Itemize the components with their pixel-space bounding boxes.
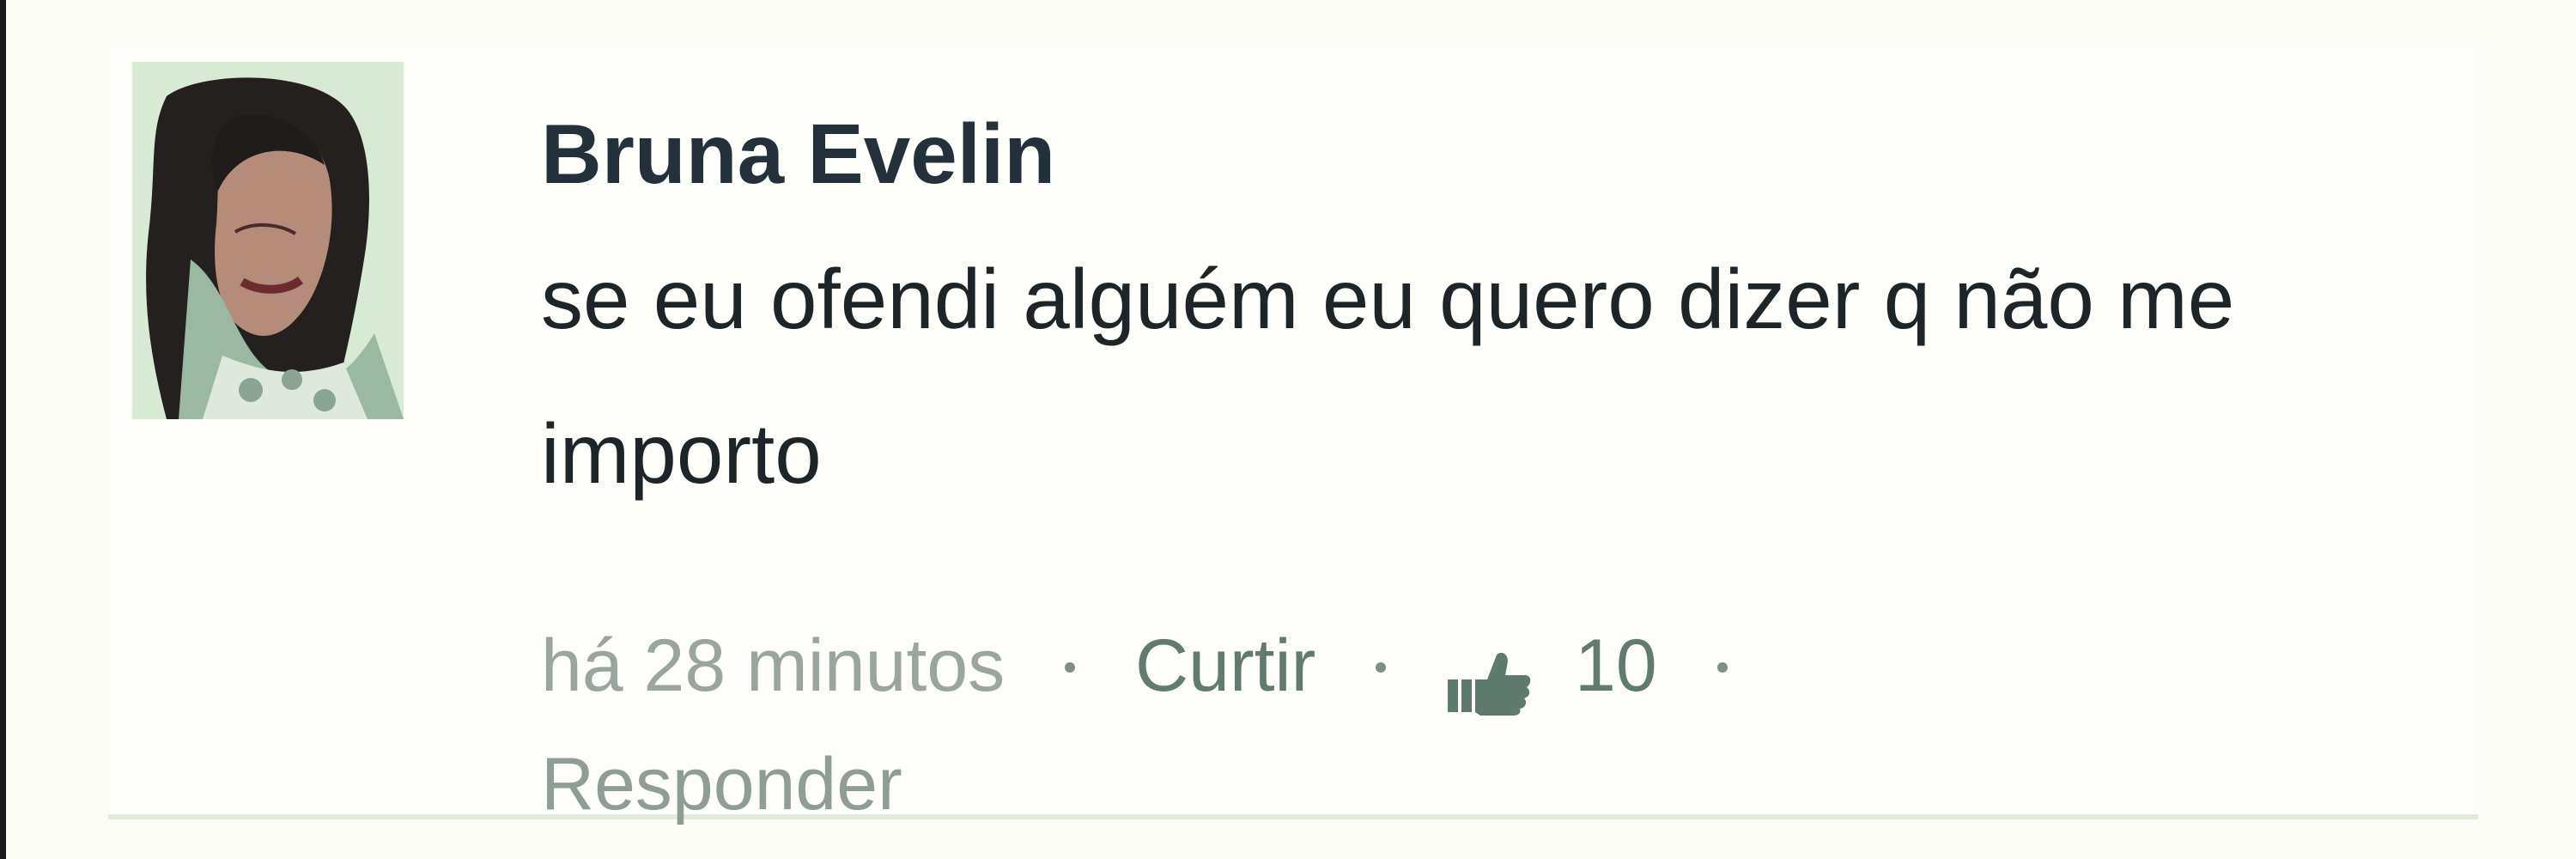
profile-photo-icon [132, 62, 404, 419]
author-name[interactable]: Bruna Evelin [541, 103, 2456, 204]
separator-dot [1716, 662, 1728, 673]
reply-button[interactable]: Responder [541, 720, 2456, 849]
left-border [0, 0, 6, 859]
like-count: 10 [1574, 624, 1657, 707]
comment-content: Bruna Evelin se eu ofendi alguém eu quer… [541, 103, 2456, 531]
comment-text: se eu ofendi alguém eu quero dizer q não… [541, 252, 2235, 501]
like-button[interactable]: Curtir [1135, 624, 1315, 707]
separator-dot [1376, 662, 1387, 673]
avatar[interactable] [132, 62, 404, 419]
timestamp[interactable]: há 28 minutos [541, 624, 1005, 707]
comment-meta: há 28 minutos Curtir 10 Responder [541, 601, 2456, 849]
comment-card: Bruna Evelin se eu ofendi alguém eu quer… [108, 43, 2478, 825]
thumbs-up-icon[interactable] [1446, 628, 1532, 716]
separator-dot [1065, 662, 1076, 673]
